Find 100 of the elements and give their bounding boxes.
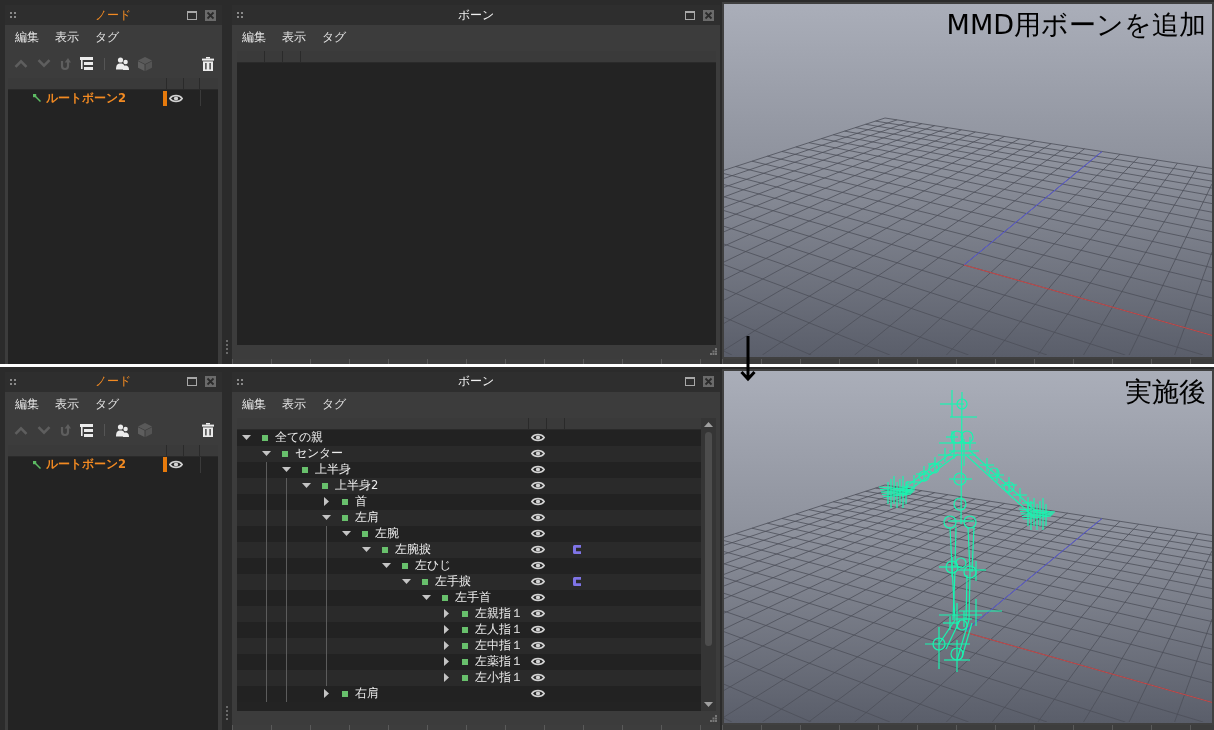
people-icon[interactable]: [116, 57, 129, 70]
close-icon[interactable]: [205, 376, 216, 387]
eye-icon[interactable]: [531, 545, 545, 554]
resize-grip-icon[interactable]: [710, 348, 717, 355]
expand-triangle-icon[interactable]: [443, 657, 449, 666]
grip-icon[interactable]: [10, 378, 16, 385]
bone-name: センター: [295, 446, 343, 461]
menu-item[interactable]: タグ: [94, 395, 120, 412]
expand-triangle-icon[interactable]: [443, 609, 449, 618]
eye-icon[interactable]: [531, 465, 545, 474]
trash-icon[interactable]: [202, 56, 214, 71]
expand-triangle-icon[interactable]: [323, 689, 329, 698]
bone-square-icon: [462, 658, 468, 665]
eye-icon[interactable]: [531, 433, 545, 442]
menu-item[interactable]: 表示: [281, 395, 307, 412]
bone-square-icon: [462, 626, 468, 633]
eye-icon[interactable]: [531, 657, 545, 666]
bone-square-icon: [282, 450, 288, 457]
grip-icon[interactable]: [237, 12, 243, 18]
pin-icon: [33, 94, 41, 102]
maximize-icon[interactable]: [685, 10, 695, 20]
menu-item[interactable]: 編集: [14, 29, 40, 45]
panel-title: ボーン: [457, 7, 494, 23]
eye-icon[interactable]: [531, 609, 545, 618]
maximize-icon[interactable]: [187, 10, 197, 20]
scroll-down-arrow-icon[interactable]: [704, 702, 713, 707]
resize-grip-icon[interactable]: [710, 714, 717, 722]
selection-bar: [163, 90, 167, 106]
3d-viewport[interactable]: 実施後: [722, 368, 1214, 725]
eye-icon[interactable]: [531, 481, 545, 490]
eye-icon[interactable]: [531, 497, 545, 506]
scrollbar[interactable]: [701, 417, 716, 711]
node-list-item[interactable]: ルートボーン2: [8, 90, 218, 106]
node-list-item[interactable]: ルートボーン2: [8, 456, 218, 473]
hierarchy-icon[interactable]: [80, 423, 93, 437]
collapse-triangle-icon[interactable]: [381, 563, 391, 568]
people-icon[interactable]: [116, 423, 129, 437]
bone-name: 左小指１: [475, 670, 523, 685]
expand-triangle-icon[interactable]: [443, 625, 449, 634]
menu-item[interactable]: 編集: [241, 29, 267, 45]
eye-icon[interactable]: [531, 577, 545, 586]
eye-icon[interactable]: [531, 449, 545, 458]
selection-bar: [163, 457, 167, 472]
menu-item[interactable]: 表示: [54, 29, 80, 45]
collapse-triangle-icon[interactable]: [281, 467, 291, 472]
collapse-triangle-icon[interactable]: [341, 531, 351, 536]
eye-icon[interactable]: [531, 673, 545, 682]
expand-triangle-icon[interactable]: [323, 497, 329, 506]
bone-name: 首: [355, 494, 367, 509]
3d-viewport[interactable]: MMD用ボーンを追加: [722, 2, 1214, 359]
eye-icon[interactable]: [531, 641, 545, 650]
down-arrow-icon: [740, 336, 756, 382]
collapse-triangle-icon[interactable]: [321, 515, 331, 520]
maximize-icon[interactable]: [685, 377, 695, 386]
eye-icon[interactable]: [531, 689, 545, 698]
bone-name: 左中指１: [475, 638, 523, 653]
maximize-icon[interactable]: [187, 377, 197, 386]
collapse-triangle-icon[interactable]: [421, 595, 431, 600]
collapse-triangle-icon[interactable]: [261, 451, 271, 456]
eye-icon[interactable]: [531, 593, 545, 602]
menu-item[interactable]: タグ: [321, 29, 347, 45]
hierarchy-icon[interactable]: [80, 57, 93, 70]
expand-triangle-icon[interactable]: [443, 673, 449, 682]
bone-square-icon: [322, 482, 328, 489]
close-icon[interactable]: [205, 9, 216, 21]
collapse-triangle-icon[interactable]: [361, 547, 371, 552]
eye-icon[interactable]: [168, 93, 183, 103]
scrollbar-thumb[interactable]: [705, 431, 712, 646]
expand-triangle-icon[interactable]: [443, 641, 449, 650]
menu-item[interactable]: 表示: [281, 29, 307, 45]
menu-item[interactable]: 表示: [54, 395, 80, 412]
eye-icon[interactable]: [168, 460, 183, 469]
bone-name: 左腕: [375, 526, 399, 541]
scroll-up-arrow-icon[interactable]: [704, 421, 713, 427]
collapse-triangle-icon[interactable]: [401, 579, 411, 584]
menu-item[interactable]: タグ: [321, 395, 347, 412]
bone-square-icon: [462, 674, 468, 681]
grip-icon[interactable]: [237, 378, 243, 385]
collapse-triangle-icon[interactable]: [301, 483, 311, 488]
bone-name: 左親指１: [475, 606, 523, 621]
menu-item[interactable]: タグ: [94, 29, 120, 45]
eye-icon[interactable]: [531, 513, 545, 522]
bone-square-icon: [262, 434, 268, 441]
bone-name: 左肩: [355, 510, 379, 525]
bone-square-icon: [302, 466, 308, 473]
grip-icon[interactable]: [10, 12, 16, 18]
bone-square-icon: [382, 546, 388, 553]
close-icon[interactable]: [703, 9, 714, 21]
eye-icon[interactable]: [531, 561, 545, 570]
collapse-triangle-icon[interactable]: [241, 435, 251, 440]
eye-icon[interactable]: [531, 625, 545, 634]
trash-icon[interactable]: [202, 423, 214, 437]
bone-square-icon: [362, 530, 368, 537]
close-icon[interactable]: [703, 376, 714, 387]
splitter-grip-icon[interactable]: [225, 706, 229, 720]
menu-item[interactable]: 編集: [241, 395, 267, 412]
menu-item[interactable]: 編集: [14, 395, 40, 412]
bone-name: 右肩: [355, 686, 379, 701]
splitter-grip-icon[interactable]: [225, 339, 229, 354]
eye-icon[interactable]: [531, 529, 545, 538]
